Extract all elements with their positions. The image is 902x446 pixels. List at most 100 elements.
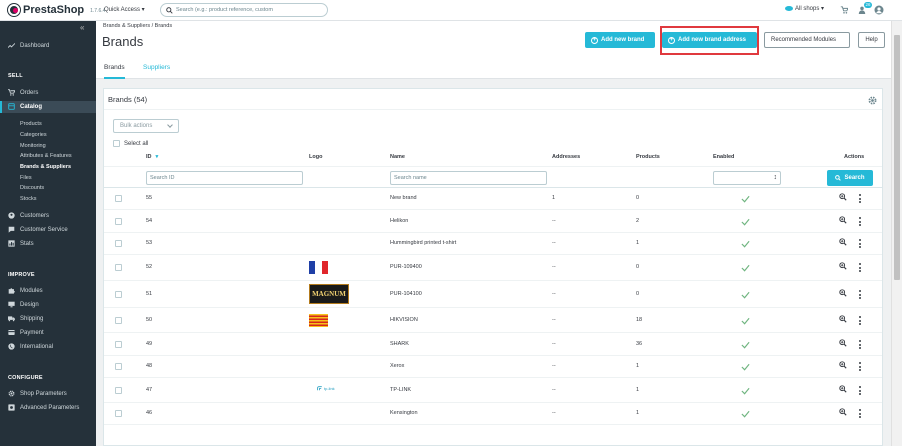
select-all[interactable]: Select all [113, 140, 148, 147]
sidebar-item-international[interactable]: International [8, 343, 53, 350]
zoom-in-icon[interactable] [839, 385, 847, 393]
check-icon[interactable] [741, 291, 750, 299]
cart-notifications[interactable] [839, 5, 849, 15]
row-checkbox[interactable] [115, 363, 122, 370]
recommended-modules-button[interactable]: Recommended Modules [764, 32, 850, 48]
search-id-input[interactable] [146, 171, 303, 185]
select-all-checkbox[interactable] [113, 140, 120, 147]
table-row[interactable]: 48 Xerox -- 1 [104, 356, 882, 378]
row-checkbox[interactable] [115, 317, 122, 324]
zoom-in-icon[interactable] [839, 361, 847, 369]
scrollbar-thumb[interactable] [894, 35, 900, 280]
check-icon[interactable] [741, 264, 750, 272]
more-actions-icon[interactable] [859, 194, 861, 203]
customer-notifications[interactable]: 26 [857, 2, 872, 15]
gear-icon[interactable] [868, 96, 877, 105]
table-row[interactable]: 53 Hummingbird printed t-shirt -- 1 [104, 233, 882, 255]
sidebar-item-advanced-parameters[interactable]: Advanced Parameters [8, 404, 79, 411]
zoom-in-icon[interactable] [839, 262, 847, 270]
row-checkbox[interactable] [115, 195, 122, 202]
row-checkbox[interactable] [115, 291, 122, 298]
check-icon[interactable] [741, 387, 750, 395]
tab-suppliers[interactable]: Suppliers [143, 64, 170, 71]
zoom-in-icon[interactable] [839, 315, 847, 323]
column-header-enabled[interactable]: Enabled [713, 154, 734, 160]
row-checkbox[interactable] [115, 387, 122, 394]
more-actions-icon[interactable] [859, 409, 861, 418]
check-icon[interactable] [741, 341, 750, 349]
collapse-sidebar-icon[interactable]: « [80, 23, 84, 32]
zoom-in-icon[interactable] [839, 238, 847, 246]
check-icon[interactable] [741, 363, 750, 371]
check-icon[interactable] [741, 218, 750, 226]
sidebar-sub-categories[interactable]: Categories [20, 132, 47, 138]
sidebar-item-stats[interactable]: Stats [8, 240, 34, 247]
sidebar-item-catalog[interactable]: Catalog [8, 103, 42, 110]
more-actions-icon[interactable] [859, 386, 861, 395]
table-row[interactable]: 50 HIKVISION -- 18 [104, 308, 882, 333]
row-checkbox[interactable] [115, 410, 122, 417]
tab-brands[interactable]: Brands [104, 64, 125, 79]
prestashop-logo[interactable]: PrestaShop 1.7.6.4 [8, 4, 105, 16]
more-actions-icon[interactable] [859, 217, 861, 226]
check-icon[interactable] [741, 240, 750, 248]
table-row[interactable]: 54 Helikon -- 2 [104, 210, 882, 233]
sidebar-item-orders[interactable]: Orders [8, 89, 38, 96]
sidebar-item-modules[interactable]: Modules [8, 287, 43, 294]
row-checkbox[interactable] [115, 341, 122, 348]
sidebar-item-design[interactable]: Design [8, 301, 39, 308]
sort-down-icon[interactable]: ▾ [156, 154, 159, 160]
table-row[interactable]: 49 SHARK -- 36 [104, 333, 882, 356]
row-checkbox[interactable] [115, 264, 122, 271]
check-icon[interactable] [741, 195, 750, 203]
global-search-input[interactable] [176, 7, 321, 13]
bulk-actions-dropdown[interactable]: Bulk actions [113, 119, 179, 133]
enabled-filter-select[interactable] [713, 171, 781, 185]
table-row[interactable]: 47 TP-LINK -- 1 tp-link [104, 378, 882, 403]
sidebar-sub-discounts[interactable]: Discounts [20, 185, 44, 191]
table-row[interactable]: 55 New brand 1 0 [104, 188, 882, 210]
sidebar-sub-brands-suppliers[interactable]: Brands & Suppliers [20, 164, 71, 170]
table-row[interactable]: 51 PUR-104100 -- 0 MAGNUM [104, 281, 882, 308]
search-name-input[interactable] [390, 171, 547, 185]
sidebar-item-shop-parameters[interactable]: Shop Parameters [8, 390, 67, 397]
more-actions-icon[interactable] [859, 316, 861, 325]
sidebar-item-dashboard[interactable]: Dashboard [8, 42, 49, 49]
search-button[interactable]: Search [827, 170, 873, 186]
column-header-name[interactable]: Name [390, 154, 405, 160]
column-header-id[interactable]: ID ▾ [146, 154, 158, 160]
all-shops-selector[interactable]: All shops ▾ [785, 5, 824, 12]
sidebar-item-customer-service[interactable]: Customer Service [8, 226, 68, 233]
check-icon[interactable] [741, 410, 750, 418]
zoom-in-icon[interactable] [839, 408, 847, 416]
more-actions-icon[interactable] [859, 290, 861, 299]
sidebar-item-shipping[interactable]: Shipping [8, 315, 43, 322]
sidebar-item-customers[interactable]: Customers [8, 212, 49, 219]
more-actions-icon[interactable] [859, 362, 861, 371]
zoom-in-icon[interactable] [839, 216, 847, 224]
add-new-brand-button[interactable]: + Add new brand [585, 32, 655, 48]
table-row[interactable]: 52 PUR-109400 -- 0 [104, 255, 882, 281]
global-search[interactable] [160, 3, 328, 17]
sidebar-sub-stocks[interactable]: Stocks [20, 196, 37, 202]
row-checkbox[interactable] [115, 218, 122, 225]
more-actions-icon[interactable] [859, 239, 861, 248]
zoom-in-icon[interactable] [839, 289, 847, 297]
more-actions-icon[interactable] [859, 263, 861, 272]
sidebar-item-payment[interactable]: Payment [8, 329, 44, 336]
breadcrumb[interactable]: Brands & Suppliers / Brands [103, 23, 172, 29]
sidebar-sub-files[interactable]: Files [20, 175, 32, 181]
sidebar-sub-attributes[interactable]: Attributes & Features [20, 153, 72, 159]
quick-access-dropdown[interactable]: Quick Access ▾ [104, 6, 145, 13]
zoom-in-icon[interactable] [839, 193, 847, 201]
check-icon[interactable] [741, 317, 750, 325]
sidebar-sub-monitoring[interactable]: Monitoring [20, 143, 46, 149]
help-button[interactable]: Help [858, 32, 885, 48]
table-row[interactable]: 46 Kensington -- 1 [104, 403, 882, 425]
row-checkbox[interactable] [115, 240, 122, 247]
more-actions-icon[interactable] [859, 340, 861, 349]
sidebar-sub-products[interactable]: Products [20, 121, 42, 127]
zoom-in-icon[interactable] [839, 339, 847, 347]
scrollbar[interactable] [891, 21, 902, 446]
account-menu[interactable] [874, 5, 884, 15]
